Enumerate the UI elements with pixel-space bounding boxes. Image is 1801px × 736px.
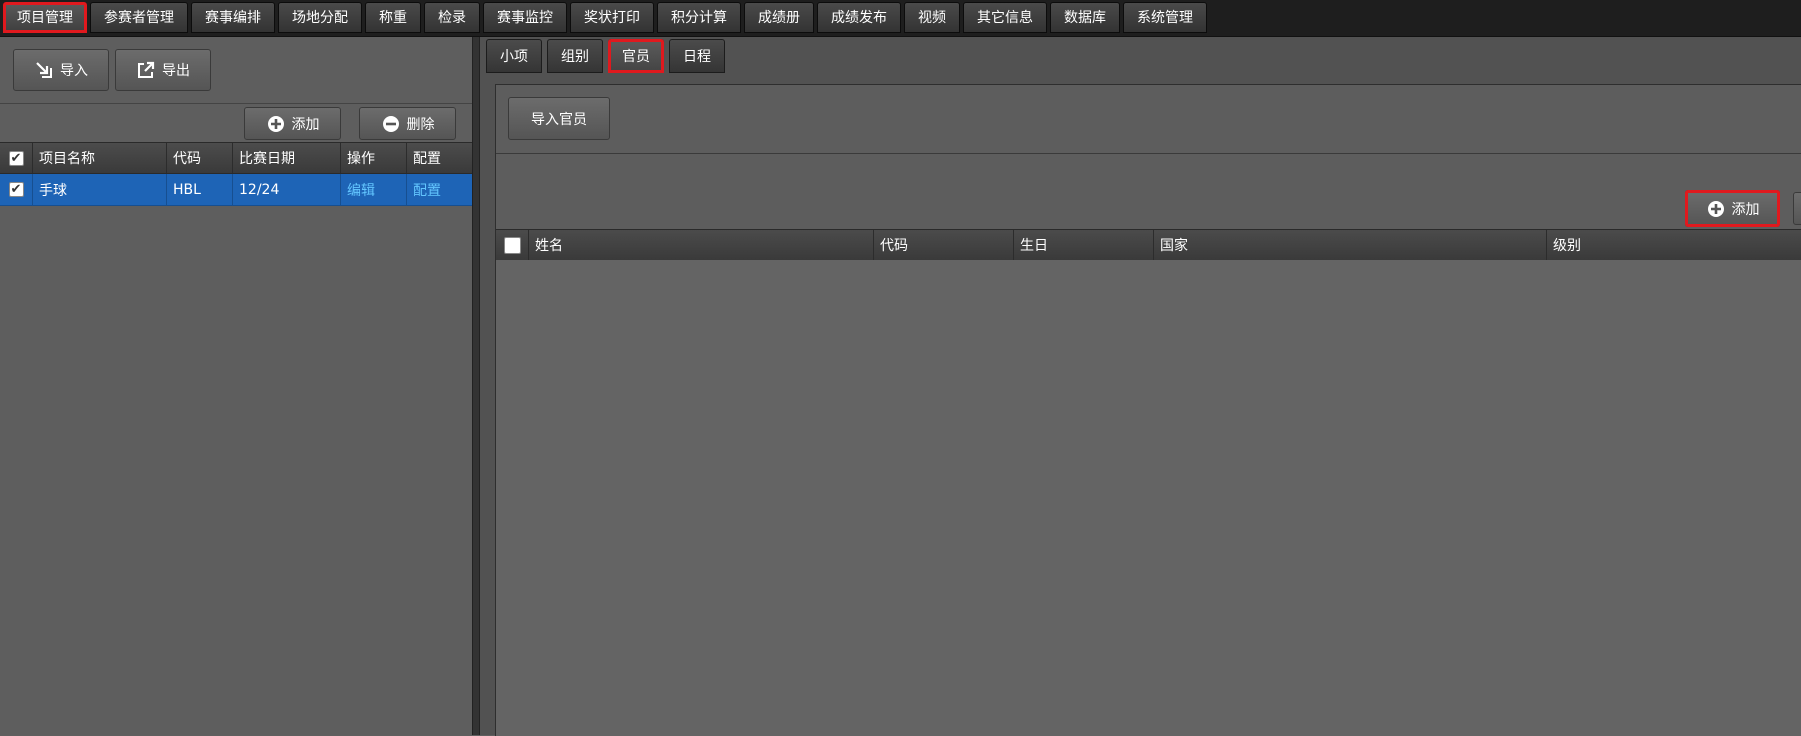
add-official-label: 添加: [1731, 201, 1760, 218]
top-menu: 项目管理 参赛者管理 赛事编排 场地分配 称重 检录 赛事监控 奖状打印 积分计…: [3, 2, 1207, 33]
select-all-checkbox[interactable]: ✔: [8, 150, 24, 166]
import-officials-button[interactable]: 导入官员: [508, 97, 610, 140]
menu-event-scheduling[interactable]: 赛事编排: [191, 2, 275, 33]
project-detail-panel: 小项 组别 官员 日程 导入官员 添加 姓名 代码 生日 国家 级别 操: [480, 37, 1801, 736]
panel-splitter[interactable]: [472, 37, 480, 735]
menu-results-publish[interactable]: 成绩发布: [817, 2, 901, 33]
menu-video[interactable]: 视频: [904, 2, 960, 33]
minus-circle-icon: [382, 115, 399, 132]
add-project-label: 添加: [291, 116, 320, 133]
more-action-button[interactable]: [1793, 192, 1801, 225]
detail-tabs: 小项 组别 官员 日程: [486, 39, 725, 73]
select-all-cell: [496, 230, 529, 260]
cell-project-name: 手球: [33, 174, 167, 205]
col-config[interactable]: 配置: [407, 143, 472, 173]
project-table-header: ✔ 项目名称 代码 比赛日期 操作 配置: [0, 142, 472, 174]
import-button[interactable]: 导入: [13, 49, 109, 91]
divider: [496, 153, 1801, 154]
menu-results-book[interactable]: 成绩册: [744, 2, 814, 33]
officials-table-header: 姓名 代码 生日 国家 级别 操: [496, 229, 1801, 261]
export-button[interactable]: 导出: [115, 49, 211, 91]
add-project-button[interactable]: 添加: [244, 107, 341, 140]
tab-schedule[interactable]: 日程: [669, 39, 725, 73]
menu-certificate-print[interactable]: 奖状打印: [570, 2, 654, 33]
edit-link[interactable]: 编辑: [341, 174, 407, 205]
officials-table-body: [496, 260, 1801, 736]
menu-database[interactable]: 数据库: [1050, 2, 1120, 33]
divider: [0, 103, 472, 104]
top-menu-bar: 项目管理 参赛者管理 赛事编排 场地分配 称重 检录 赛事监控 奖状打印 积分计…: [0, 0, 1801, 37]
export-label: 导出: [162, 63, 190, 79]
delete-project-label: 删除: [406, 116, 435, 133]
menu-weigh-in[interactable]: 称重: [365, 2, 421, 33]
import-officials-label: 导入官员: [531, 111, 587, 128]
menu-other-info[interactable]: 其它信息: [963, 2, 1047, 33]
select-all-cell: ✔: [0, 143, 33, 173]
cell-code: HBL: [167, 174, 233, 205]
menu-event-monitor[interactable]: 赛事监控: [483, 2, 567, 33]
officials-content: 导入官员 添加 姓名 代码 生日 国家 级别 操: [495, 84, 1801, 736]
col-project-name[interactable]: 项目名称: [33, 143, 167, 173]
config-link[interactable]: 配置: [407, 174, 472, 205]
add-official-button[interactable]: 添加: [1685, 190, 1780, 227]
col-code[interactable]: 代码: [874, 230, 1014, 260]
menu-venue-allocation[interactable]: 场地分配: [278, 2, 362, 33]
tab-groups[interactable]: 组别: [547, 39, 603, 73]
row-checkbox-cell: ✔: [0, 174, 33, 205]
col-birthday[interactable]: 生日: [1014, 230, 1154, 260]
tab-officials[interactable]: 官员: [608, 39, 664, 73]
menu-system-management[interactable]: 系统管理: [1123, 2, 1207, 33]
external-link-icon: [138, 61, 155, 78]
row-checkbox[interactable]: ✔: [8, 182, 24, 197]
import-arrow-icon: [36, 62, 52, 78]
project-list-panel: 导入 导出 添加 删除 ✔ 项目名称 代码 比赛日期 操作 配置 ✔ 手球 HB…: [0, 37, 473, 735]
delete-project-button[interactable]: 删除: [359, 107, 456, 140]
import-label: 导入: [60, 63, 88, 79]
col-name[interactable]: 姓名: [529, 230, 874, 260]
select-all-checkbox[interactable]: [503, 236, 521, 254]
col-code[interactable]: 代码: [167, 143, 233, 173]
menu-project-management[interactable]: 项目管理: [3, 2, 87, 33]
col-level[interactable]: 级别: [1547, 230, 1801, 260]
col-action[interactable]: 操作: [341, 143, 407, 173]
plus-circle-icon: [267, 115, 284, 132]
plus-circle-icon: [1707, 200, 1724, 217]
tab-sub-events[interactable]: 小项: [486, 39, 542, 73]
menu-participant-management[interactable]: 参赛者管理: [90, 2, 188, 33]
checkmark-icon: ✔: [10, 150, 22, 166]
menu-check-in[interactable]: 检录: [424, 2, 480, 33]
col-match-date[interactable]: 比赛日期: [233, 143, 341, 173]
cell-match-date: 12/24: [233, 174, 341, 205]
menu-points-calc[interactable]: 积分计算: [657, 2, 741, 33]
table-row[interactable]: ✔ 手球 HBL 12/24 编辑 配置: [0, 174, 472, 206]
checkmark-icon: ✔: [10, 182, 22, 197]
col-country[interactable]: 国家: [1154, 230, 1547, 260]
